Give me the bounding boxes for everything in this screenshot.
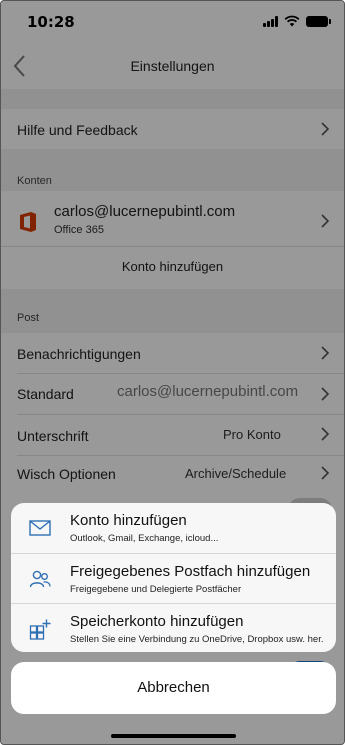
add-shared-mailbox-option[interactable]: Freigegebenes Postfach hinzufügen Freige… [11, 554, 336, 604]
option-subtitle: Stellen Sie eine Verbindung zu OneDrive,… [70, 634, 324, 645]
storage-grid-icon [29, 619, 51, 640]
add-storage-account-option[interactable]: Speicherkonto hinzufügen Stellen Sie ein… [11, 604, 336, 652]
option-subtitle: Outlook, Gmail, Exchange, icloud... [70, 533, 219, 544]
add-account-option[interactable]: Konto hinzufügen Outlook, Gmail, Exchang… [11, 503, 336, 553]
people-icon [29, 570, 51, 588]
cancel-button[interactable]: Abbrechen [11, 662, 336, 714]
phone-screen: 10:28 Einstellungen Hilfe und Feedback K… [0, 0, 345, 745]
add-account-action-sheet: Konto hinzufügen Outlook, Gmail, Exchang… [11, 503, 336, 652]
option-title: Speicherkonto hinzufügen [70, 613, 244, 630]
home-indicator[interactable] [111, 734, 236, 738]
option-title: Konto hinzufügen [70, 512, 187, 529]
envelope-icon [29, 520, 51, 536]
option-subtitle: Freigegebene und Delegierte Postfächer [70, 584, 242, 595]
option-title: Freigegebenes Postfach hinzufügen [70, 563, 311, 580]
